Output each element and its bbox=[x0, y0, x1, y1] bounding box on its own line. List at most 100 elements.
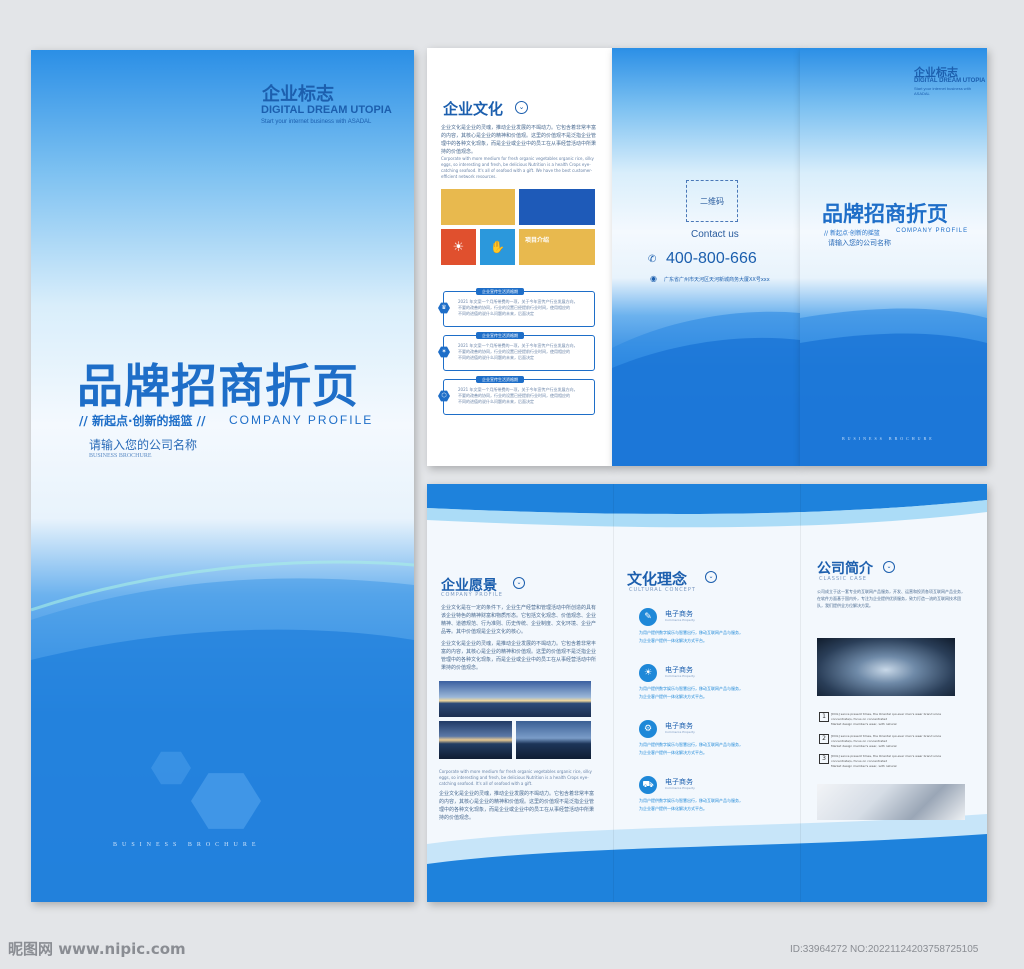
cart-icon: ⛟ bbox=[639, 776, 657, 794]
cover-logo-en2: Start your internet business with ASADAL bbox=[261, 119, 372, 125]
contact-us: Contact us bbox=[691, 229, 739, 240]
timeline-item-1: 企业宣传生活资格期 ♛ 2021 年文案一个月所带费的一项，关于今年宣传产行业发… bbox=[438, 288, 595, 327]
intro-list-item-3: 3 [DOL] sence present times, the Orienta… bbox=[819, 754, 969, 774]
culture-intro-cn: 企业文化是企业的灵魂，推动企业发展的不竭动力。它包含着非常丰富的内容，其核心是企… bbox=[441, 125, 597, 155]
lake-photo-1 bbox=[439, 721, 512, 759]
philosophy-item-3: ⚙ 电子商务 Commerce Property 为用户提供数字娱乐与智慧出行，… bbox=[639, 720, 789, 760]
tech-photo bbox=[817, 638, 955, 696]
item-line2: 为企业客户提供一体化解决方式平台。 bbox=[639, 806, 707, 811]
tile-red: ☀ bbox=[441, 229, 476, 265]
philosophy-item-2: ☀ 电子商务 Commerce Property 为用户提供数字娱乐与智慧出行，… bbox=[639, 664, 789, 704]
lake-photo-2 bbox=[516, 721, 591, 759]
item-en: Commerce Property bbox=[665, 786, 695, 790]
cover-business-brochure: BUSINESS BROCHURE bbox=[89, 453, 152, 459]
list-number: 2 bbox=[819, 734, 829, 744]
item-line1: 为用户提供数字娱乐与智慧出行，移动互联网产品与服务， bbox=[639, 630, 743, 635]
timeline-item-2: 企业宣传生活资格期 ✶ 2021 年文案一个月所带费的一项，关于今年宣传产行业发… bbox=[438, 332, 595, 371]
hexagon-icon: ⬡ bbox=[438, 390, 450, 402]
cover-bottom-en: BUSINESS BROCHURE bbox=[113, 842, 261, 848]
vision-caption-en: Corporate with more medium for fresh org… bbox=[439, 769, 592, 786]
philosophy-title: 文化理念 bbox=[627, 570, 688, 588]
list-text: [DOL] sence present times, the Oriental … bbox=[831, 712, 942, 726]
pin-icon: ✎ bbox=[639, 608, 657, 626]
lightbulb-icon: ☀ bbox=[452, 239, 465, 255]
culture-panel: 企业文化 ⌄ 企业文化是企业的灵魂，推动企业发展的不竭动力。它包含着非常丰富的内… bbox=[427, 48, 612, 466]
list-text: [DOL] sence present times, the Oriental … bbox=[831, 734, 942, 748]
crown-icon: ♛ bbox=[438, 302, 450, 314]
cover-company-name: 请输入您的公司名称 bbox=[89, 438, 198, 452]
timeline-tag: 企业宣传生活资格期 bbox=[476, 288, 524, 295]
item-line2: 为企业客户提供一体化解决方式平台。 bbox=[639, 750, 707, 755]
cover-logo-en1: DIGITAL DREAM UTOPIA bbox=[261, 104, 392, 116]
philosophy-subtitle: CULTURAL CONCEPT bbox=[629, 587, 696, 593]
brochure-cover: 企业标志 DIGITAL DREAM UTOPIA Start your int… bbox=[31, 50, 414, 902]
fold-line-2 bbox=[800, 484, 801, 902]
vision-subtitle: COMPANY PROFILE bbox=[441, 592, 503, 598]
back-main-title: 品牌招商折页 bbox=[822, 201, 948, 226]
timeline-text: 2021 年文案一个月所带费的一项，关于今年宣传产行业发展方向， 不要的改善的协同… bbox=[458, 387, 578, 404]
timeline-item-3: 企业宣传生活资格期 ⬡ 2021 年文案一个月所带费的一项，关于今年宣传产行业发… bbox=[438, 376, 595, 415]
phone-number: 400-800-666 bbox=[666, 250, 757, 267]
address: 广东省广州市天河区天河新城商务大厦XX号xxx bbox=[664, 277, 770, 283]
timeline-tag: 企业宣传生活资格期 bbox=[476, 376, 524, 383]
list-number: 3 bbox=[819, 754, 829, 764]
qr-code-box: 二维码 bbox=[686, 180, 738, 222]
intro-list-item-2: 2 [DOL] sence present times, the Orienta… bbox=[819, 734, 969, 754]
tile-project: 项目介绍 bbox=[519, 229, 595, 265]
timeline-text: 2021 年文案一个月所带费的一项，关于今年宣传产行业发展方向， 不要的改善的协同… bbox=[458, 343, 578, 360]
item-line1: 为用户提供数字娱乐与智慧出行，移动互联网产品与服务， bbox=[639, 686, 743, 691]
tile-yellow bbox=[441, 189, 515, 225]
item-en: Commerce Property bbox=[665, 674, 695, 678]
chevron-down-icon: ⌄ bbox=[515, 101, 528, 114]
watermark-id: ID:33964272 NO:20221124203758725105 bbox=[790, 944, 979, 955]
culture-intro-en: Corporate with more medium for fresh org… bbox=[441, 156, 594, 179]
tile-light-blue: ✋ bbox=[480, 229, 515, 265]
intro-subtitle: CLASSIC CASE bbox=[819, 576, 867, 582]
spread-top-wave bbox=[427, 484, 987, 528]
vision-para3: 企业文化是企业的灵魂，推动企业发展的不竭动力。它包含着非常丰富的内容，其核心是企… bbox=[439, 791, 595, 821]
tile-project-label: 项目介绍 bbox=[525, 237, 550, 244]
cover-profile-en: COMPANY PROFILE bbox=[229, 413, 374, 427]
keyboard-photo bbox=[817, 784, 965, 820]
cover-main-title: 品牌招商折页 bbox=[77, 359, 359, 413]
intro-list-item-1: 1 [DOL] sence present times, the Orienta… bbox=[819, 712, 969, 732]
item-line1: 为用户提供数字娱乐与智慧出行，移动互联网产品与服务， bbox=[639, 798, 743, 803]
sunset-photo bbox=[439, 681, 591, 717]
list-text: [DOL] sence present times, the Oriental … bbox=[831, 754, 942, 768]
back-slogan: // 新起点·创新的摇篮 bbox=[824, 230, 880, 237]
vision-para1: 企业文化是在一定的条件下，企业生产经营和管理活动中所创造的具有该企业特色的精神财… bbox=[441, 605, 597, 635]
item-line1: 为用户提供数字娱乐与智慧出行，移动互联网产品与服务， bbox=[639, 742, 743, 747]
back-logo-en2: Start your internet business with ASADAL bbox=[914, 86, 971, 96]
back-profile-en: COMPANY PROFILE bbox=[896, 228, 969, 234]
star-icon: ✶ bbox=[438, 346, 450, 358]
back-logo-en1: DIGITAL DREAM UTOPIA bbox=[914, 78, 986, 84]
lightbulb-icon: ☀ bbox=[639, 664, 657, 682]
watermark-site: 昵图网 www.nipic.com bbox=[8, 940, 186, 958]
back-bottom-en: BUSINESS BROCHURE bbox=[842, 436, 935, 441]
philosophy-item-4: ⛟ 电子商务 Commerce Property 为用户提供数字娱乐与智慧出行，… bbox=[639, 776, 789, 816]
vision-para2: 企业文化是企业的灵魂，是推动企业发展的不竭动力。它包含着非常丰富的内容，其核心是… bbox=[441, 641, 597, 671]
cover-slogan: // 新起点·创新的摇篮 // bbox=[79, 414, 206, 428]
timeline-text: 2021 年文案一个月所带费的一项，关于今年宣传产行业发展方向， 不要的改善的协同… bbox=[458, 299, 578, 316]
fold-line-1 bbox=[613, 484, 614, 902]
qr-label: 二维码 bbox=[700, 196, 724, 206]
chevron-down-icon: ⌄ bbox=[513, 577, 525, 589]
chevron-down-icon: ⌄ bbox=[705, 571, 717, 583]
chevron-down-icon: ⌄ bbox=[883, 561, 895, 573]
list-number: 1 bbox=[819, 712, 829, 722]
tile-blue bbox=[519, 189, 595, 225]
culture-title: 企业文化 bbox=[443, 100, 504, 118]
gear-icon: ⚙ bbox=[639, 720, 657, 738]
location-icon: ◉ bbox=[650, 274, 657, 283]
item-line2: 为企业客户提供一体化解决方式平台。 bbox=[639, 638, 707, 643]
back-cover-panel: 企业标志 DIGITAL DREAM UTOPIA Start your int… bbox=[800, 48, 987, 466]
timeline-tag: 企业宣传生活资格期 bbox=[476, 332, 524, 339]
contact-panel: 二维码 Contact us ✆ 400-800-666 ◉ 广东省广州市天河区… bbox=[612, 48, 800, 466]
contact-wave bbox=[612, 311, 800, 466]
cover-logo-title: 企业标志 bbox=[262, 84, 334, 105]
handshake-icon: ✋ bbox=[490, 240, 505, 254]
back-company-name: 请输入您的公司名称 bbox=[828, 239, 891, 247]
phone-icon: ✆ bbox=[648, 254, 657, 265]
cover-wave bbox=[31, 560, 414, 902]
item-en: Commerce Property bbox=[665, 618, 695, 622]
